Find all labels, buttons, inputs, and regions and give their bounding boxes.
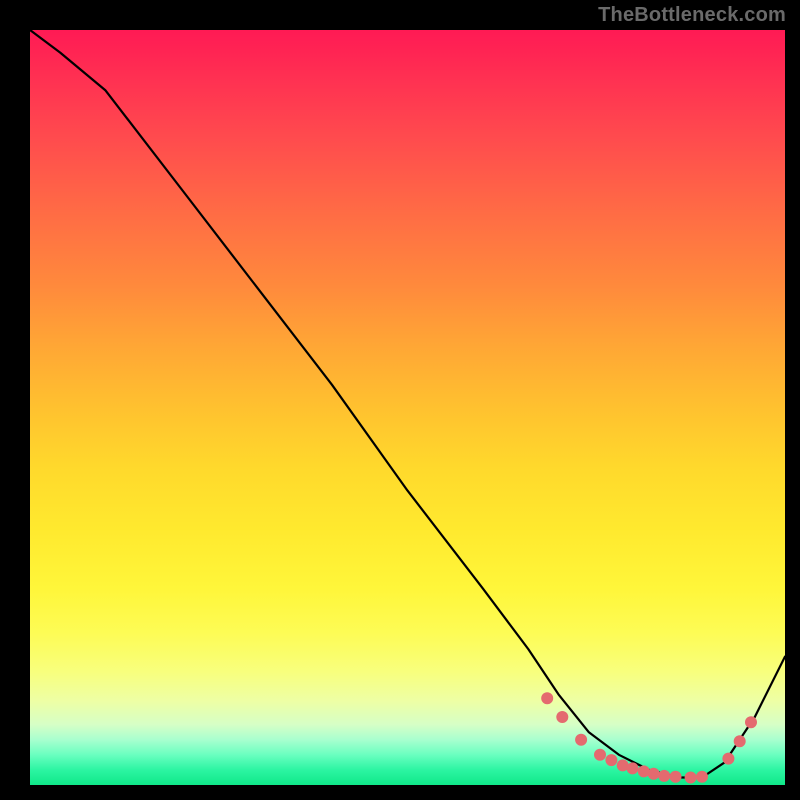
data-marker	[594, 749, 606, 761]
data-marker	[722, 753, 734, 765]
chart-frame: { "watermark": "TheBottleneck.com", "cha…	[0, 0, 800, 800]
data-marker	[670, 771, 682, 783]
data-markers	[541, 692, 757, 783]
data-marker	[658, 770, 670, 782]
data-marker	[627, 762, 639, 774]
watermark-text: TheBottleneck.com	[598, 4, 786, 27]
data-marker	[605, 754, 617, 766]
data-marker	[685, 772, 697, 784]
data-marker	[575, 734, 587, 746]
data-marker	[648, 768, 660, 780]
data-marker	[541, 692, 553, 704]
data-marker	[556, 711, 568, 723]
bottleneck-curve	[30, 30, 785, 778]
data-marker	[696, 771, 708, 783]
curve-layer	[30, 30, 785, 785]
plot-area	[30, 30, 785, 785]
data-marker	[745, 716, 757, 728]
data-marker	[734, 735, 746, 747]
